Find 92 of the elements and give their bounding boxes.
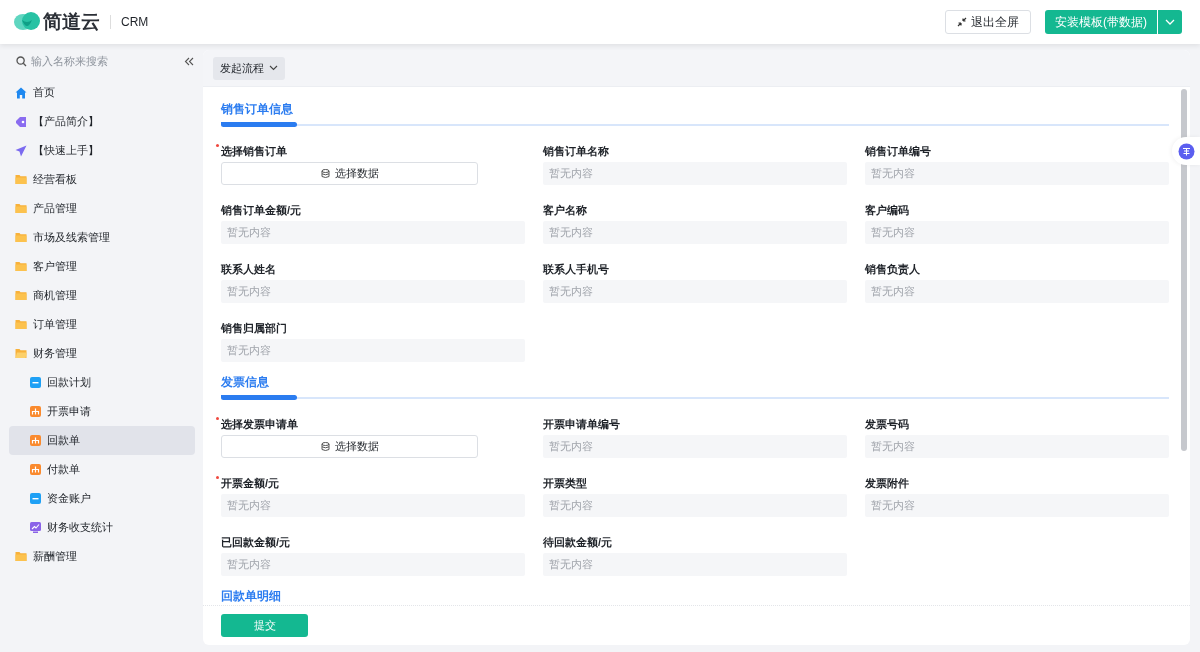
read-only-field: 暂无内容 — [221, 494, 525, 517]
field-label: 发票号码 — [865, 418, 909, 430]
field-label: 销售订单编号 — [865, 145, 931, 157]
start-flow-button[interactable]: 发起流程 — [213, 56, 285, 80]
form-icon — [30, 493, 41, 504]
exit-fullscreen-icon — [957, 17, 967, 27]
nav-item[interactable]: 产品管理 — [0, 194, 195, 223]
select-data-button[interactable]: 选择数据 — [221, 162, 478, 185]
field-label: 销售负责人 — [865, 263, 920, 275]
read-only-field: 暂无内容 — [865, 280, 1169, 303]
select-data-button[interactable]: 选择数据 — [221, 435, 478, 458]
read-only-field: 暂无内容 — [543, 494, 847, 517]
search-field[interactable]: 输入名称来搜索 — [16, 55, 161, 67]
nav-item[interactable]: 首页 — [0, 78, 195, 107]
search-icon — [16, 55, 27, 67]
app-name: CRM — [121, 15, 149, 29]
nav-item[interactable]: 订单管理 — [0, 310, 195, 339]
folder-icon — [15, 348, 27, 359]
nav-item[interactable]: 商机管理 — [0, 281, 195, 310]
nav-item[interactable]: 薪酬管理 — [0, 542, 195, 571]
flow-icon — [30, 464, 41, 475]
folder-icon — [15, 290, 27, 301]
tag-icon — [15, 115, 27, 128]
section-title: 发票信息 — [221, 374, 270, 390]
nav-item[interactable]: 财务收支统计 — [9, 513, 195, 542]
folder-icon — [15, 261, 27, 272]
scrollbar[interactable] — [1181, 89, 1187, 451]
field-label: 开票金额/元 — [221, 477, 280, 489]
database-icon — [320, 441, 331, 452]
folder-icon — [15, 319, 27, 330]
nav-item[interactable]: 客户管理 — [0, 252, 195, 281]
field-label: 选择发票申请单 — [221, 418, 298, 430]
nav-item[interactable]: 财务管理 — [0, 339, 195, 368]
exit-fullscreen-button[interactable]: 退出全屏 — [945, 10, 1031, 34]
read-only-field: 暂无内容 — [865, 162, 1169, 185]
form-icon — [30, 377, 41, 388]
read-only-field: 暂无内容 — [543, 221, 847, 244]
nav-item[interactable]: 经营看板 — [0, 165, 195, 194]
nav-item[interactable]: 回款计划 — [9, 368, 195, 397]
field-label: 开票类型 — [543, 477, 587, 489]
translate-icon — [1177, 142, 1195, 160]
field-label: 联系人手机号 — [543, 263, 609, 275]
nav-item[interactable]: 开票申请 — [9, 397, 195, 426]
nav-item[interactable]: 资金账户 — [9, 484, 195, 513]
read-only-field: 暂无内容 — [543, 162, 847, 185]
read-only-field: 暂无内容 — [543, 280, 847, 303]
field-label: 销售归属部门 — [221, 322, 287, 334]
section-title: 回款单明细 — [221, 588, 282, 604]
database-icon — [320, 168, 331, 179]
read-only-field: 暂无内容 — [543, 553, 847, 576]
nav-item[interactable]: 【产品简介】 — [0, 107, 195, 136]
folder-icon — [15, 174, 27, 185]
field-label: 选择销售订单 — [221, 145, 287, 157]
caret-icon — [1165, 19, 1175, 25]
required-mark — [216, 417, 219, 420]
flow-icon — [30, 406, 41, 417]
field-label: 开票申请单编号 — [543, 418, 620, 430]
read-only-field: 暂无内容 — [221, 221, 525, 244]
read-only-field: 暂无内容 — [865, 435, 1169, 458]
read-only-field: 暂无内容 — [221, 280, 525, 303]
read-only-field: 暂无内容 — [543, 435, 847, 458]
folder-icon — [15, 551, 27, 562]
logo-icon — [14, 12, 40, 32]
caret-icon — [269, 65, 278, 71]
flow-icon — [30, 435, 41, 446]
chart-icon — [30, 522, 41, 533]
read-only-field: 暂无内容 — [865, 494, 1169, 517]
translate-button[interactable] — [1172, 137, 1200, 165]
read-only-field: 暂无内容 — [221, 553, 525, 576]
field-label: 销售订单金额/元 — [221, 204, 302, 216]
field-label: 销售订单名称 — [543, 145, 609, 157]
section-title: 销售订单信息 — [221, 101, 294, 117]
field-label: 已回款金额/元 — [221, 536, 291, 548]
folder-icon — [15, 203, 27, 214]
nav-item[interactable]: 【快速上手】 — [0, 136, 195, 165]
paper-plane-icon — [15, 144, 27, 157]
read-only-field: 暂无内容 — [865, 221, 1169, 244]
nav-item[interactable]: 付款单 — [9, 455, 195, 484]
home-icon — [15, 86, 27, 99]
field-label: 客户编码 — [865, 204, 909, 216]
field-label: 联系人姓名 — [221, 263, 276, 275]
field-label: 客户名称 — [543, 204, 587, 216]
field-label: 发票附件 — [865, 477, 909, 489]
nav-item[interactable]: 回款单 — [9, 426, 195, 455]
required-mark — [216, 476, 219, 479]
nav-item[interactable]: 市场及线索管理 — [0, 223, 195, 252]
read-only-field: 暂无内容 — [221, 339, 525, 362]
folder-icon — [15, 232, 27, 243]
required-mark — [216, 144, 219, 147]
field-label: 待回款金额/元 — [543, 536, 613, 548]
collapse-icon[interactable] — [184, 56, 194, 66]
logo-text: 简道云 — [43, 10, 100, 34]
